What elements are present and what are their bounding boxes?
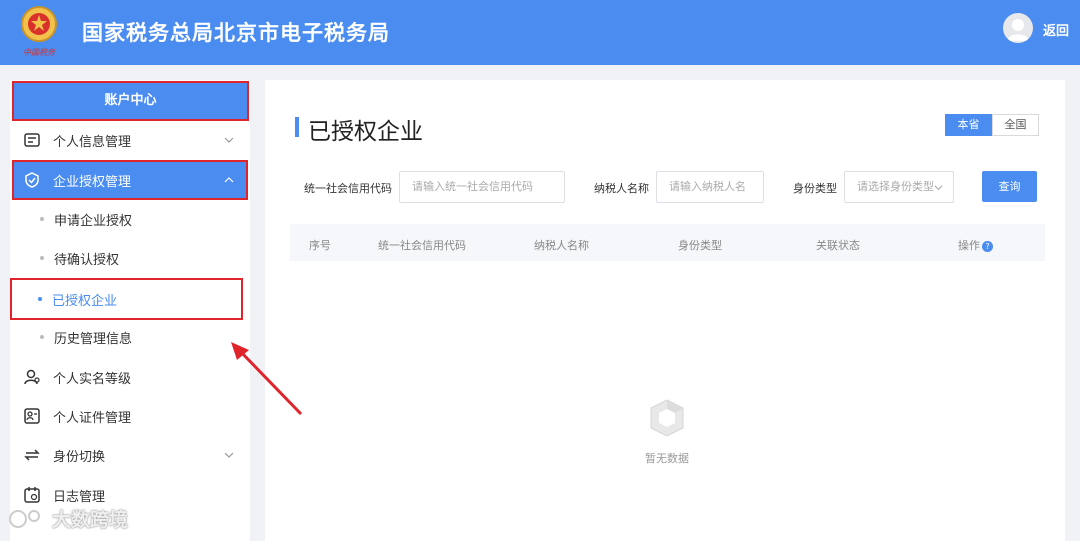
column-header: 序号 bbox=[309, 239, 331, 252]
search-button[interactable]: 查询 bbox=[982, 171, 1037, 202]
user-avatar[interactable] bbox=[1003, 13, 1033, 43]
main-panel bbox=[265, 80, 1065, 541]
sidebar-subitem-history[interactable]: 历史管理信息 bbox=[14, 319, 240, 355]
title-accent-bar bbox=[295, 117, 299, 137]
sidebar-subitem-label: 历史管理信息 bbox=[54, 331, 133, 347]
sidebar-subitem-pending-auth[interactable]: 待确认授权 bbox=[14, 240, 240, 276]
sidebar-item-label: 个人信息管理 bbox=[53, 134, 132, 150]
identity-type-label: 身份类型 bbox=[793, 182, 837, 195]
scope-national-button[interactable]: 全国 bbox=[992, 114, 1039, 136]
svg-text:中国税务: 中国税务 bbox=[23, 48, 56, 57]
user-avatar-icon bbox=[1007, 19, 1029, 41]
sidebar-item-realname-level[interactable]: 个人实名等级 bbox=[14, 359, 246, 395]
sidebar-item-label: 日志管理 bbox=[53, 489, 106, 505]
identity-type-placeholder: 请选择身份类型 bbox=[857, 180, 934, 193]
column-header: 关联状态 bbox=[816, 239, 860, 252]
chevron-down-icon bbox=[224, 452, 234, 458]
column-header: 统一社会信用代码 bbox=[378, 239, 466, 252]
back-link[interactable]: 返回 bbox=[1043, 20, 1069, 39]
sidebar-item-label: 个人实名等级 bbox=[53, 371, 132, 387]
sidebar-item-label: 企业授权管理 bbox=[53, 174, 132, 190]
id-card-icon bbox=[24, 408, 40, 424]
column-header-actions: 操作? bbox=[958, 237, 993, 253]
account-center-button[interactable]: 账户中心 bbox=[12, 81, 249, 121]
watermark-logo-icon bbox=[9, 509, 40, 528]
column-header: 身份类型 bbox=[678, 239, 722, 252]
taxpayer-name-input[interactable]: 请输入纳税人名 bbox=[656, 171, 764, 203]
page-title: 已授权企业 bbox=[308, 119, 423, 145]
sidebar-item-id-docs[interactable]: 个人证件管理 bbox=[14, 398, 246, 434]
tax-emblem-icon: 中国税务 bbox=[21, 6, 57, 57]
scope-toggle: 本省 全国 bbox=[945, 114, 1039, 136]
chevron-up-icon bbox=[224, 177, 234, 183]
red-arrow-icon bbox=[231, 342, 303, 416]
chevron-down-icon bbox=[224, 137, 234, 143]
sidebar-subitem-label: 待确认授权 bbox=[54, 252, 120, 268]
sidebar-subitem-authorized-enterprises[interactable]: 已授权企业 bbox=[10, 278, 243, 320]
column-header: 操作 bbox=[958, 239, 980, 252]
person-badge-icon bbox=[24, 369, 40, 385]
sidebar-item-enterprise-auth[interactable]: 企业授权管理 bbox=[12, 160, 248, 200]
taxpayer-name-label: 纳税人名称 bbox=[594, 182, 649, 195]
empty-state-text: 暂无数据 bbox=[645, 452, 689, 465]
empty-box-icon bbox=[650, 399, 684, 437]
watermark: 大数跨境 bbox=[8, 505, 128, 532]
bullet-dot bbox=[40, 256, 44, 260]
log-icon bbox=[24, 487, 40, 503]
site-title: 国家税务总局北京市电子税务局 bbox=[82, 21, 390, 45]
column-header: 纳税人名称 bbox=[534, 239, 589, 252]
watermark-text: 大数跨境 bbox=[52, 509, 129, 531]
chevron-down-icon bbox=[934, 185, 943, 191]
top-header: 中国税务 国家税务总局北京市电子税务局 返回 bbox=[0, 0, 1080, 65]
sidebar-item-identity-switch[interactable]: 身份切换 bbox=[14, 437, 246, 473]
profile-card-icon bbox=[24, 133, 40, 147]
credit-code-label: 统一社会信用代码 bbox=[304, 182, 392, 195]
sidebar-subitem-label: 已授权企业 bbox=[52, 293, 118, 309]
sidebar-subitem-apply-auth[interactable]: 申请企业授权 bbox=[14, 201, 240, 237]
sidebar-item-label: 身份切换 bbox=[53, 449, 106, 465]
shield-check-icon bbox=[25, 172, 39, 188]
sidebar-item-label: 个人证件管理 bbox=[53, 410, 132, 426]
bullet-dot bbox=[40, 217, 44, 221]
bullet-dot bbox=[40, 335, 44, 339]
switch-icon bbox=[24, 449, 40, 461]
bullet-dot bbox=[38, 297, 42, 301]
help-icon[interactable]: ? bbox=[982, 240, 993, 252]
sidebar-subitem-label: 申请企业授权 bbox=[54, 213, 133, 229]
credit-code-input[interactable]: 请输入统一社会信用代码 bbox=[399, 171, 565, 203]
sidebar-item-personal-info[interactable]: 个人信息管理 bbox=[14, 122, 246, 158]
scope-province-button[interactable]: 本省 bbox=[945, 114, 992, 136]
